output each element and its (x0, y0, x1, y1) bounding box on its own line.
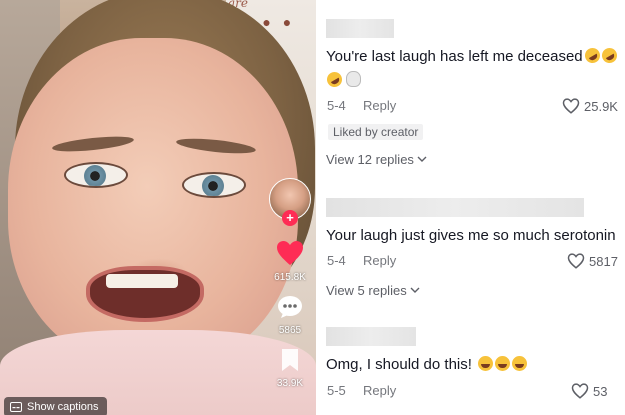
bookmarks-count: 33.9K (276, 378, 304, 389)
comment-like-count: 53 (593, 383, 608, 399)
view-replies-button[interactable]: View 12 replies (326, 152, 625, 167)
comment-text: You're last laugh has left me deceased (326, 45, 625, 68)
comment-text: Your laugh just gives me so much seroton… (326, 227, 616, 244)
comment-like-button[interactable]: 53 (571, 383, 607, 399)
bookmark-icon[interactable] (280, 348, 300, 372)
reply-button[interactable]: Reply (363, 253, 396, 268)
comments-count: 5865 (278, 325, 302, 336)
blurred-username (326, 327, 416, 346)
show-captions-button[interactable]: Show captions (4, 397, 107, 415)
blurred-username (326, 198, 584, 217)
right-brow (175, 135, 257, 157)
left-brow (51, 133, 135, 155)
heart-icon[interactable] (276, 240, 304, 266)
comment-bubble-icon[interactable] (277, 295, 303, 319)
heart-outline-icon[interactable] (571, 383, 589, 399)
comment-like-button[interactable]: 25.9K (562, 98, 618, 114)
tears-of-joy-emoji-icon (512, 356, 528, 371)
rofl-emoji-icon (598, 45, 620, 66)
like-button[interactable]: 615.8K (266, 240, 314, 283)
comment-like-count: 25.9K (584, 98, 618, 114)
comment-like-count: 5817 (589, 253, 618, 269)
comment-item: You're last laugh has left me deceased 5… (324, 19, 625, 167)
comment-like-button[interactable]: 5817 (567, 253, 618, 269)
follow-plus-icon[interactable]: + (282, 210, 298, 226)
chevron-down-icon (410, 287, 420, 293)
comment-item: Omg, I should do this! 5-5 Reply 53 (326, 327, 625, 401)
skull-emoji-icon (346, 71, 361, 87)
rofl-emoji-icon (324, 69, 345, 90)
comment-item: Your laugh just gives me so much seroton… (326, 198, 625, 298)
comment-date: 5-4 (327, 98, 346, 113)
rofl-emoji-icon (581, 45, 603, 66)
right-eye (182, 172, 246, 198)
creator-avatar-button[interactable]: + (269, 178, 311, 226)
comments-panel: You're last laugh has left me deceased 5… (316, 0, 625, 415)
liked-by-creator-badge: Liked by creator (328, 124, 424, 140)
comment-meta: 5-4 Reply 5817 (326, 253, 625, 271)
likes-count: 615.8K (274, 272, 306, 283)
left-eye (64, 162, 128, 188)
comment-meta: 5-5 Reply 53 (326, 383, 625, 401)
mouth (86, 266, 204, 322)
comment-text: Omg, I should do this! (326, 354, 625, 376)
tears-of-joy-emoji-icon (495, 356, 511, 371)
comment-date: 5-5 (327, 383, 346, 398)
tears-of-joy-emoji-icon (478, 356, 494, 371)
heart-outline-icon[interactable] (562, 98, 580, 114)
captions-label: Show captions (27, 401, 99, 413)
heart-outline-icon[interactable] (567, 253, 585, 269)
action-rail: + 615.8K 5865 33.9K (266, 178, 314, 389)
video-player[interactable]: are ● ● ● + 615.8K 5865 33.9K Show capti… (0, 0, 316, 415)
chevron-down-icon (417, 156, 427, 162)
reply-button[interactable]: Reply (363, 383, 396, 398)
reply-button[interactable]: Reply (363, 98, 396, 113)
comment-meta: 5-4 Reply 25.9K (326, 98, 625, 116)
comment-emoji-line (324, 69, 625, 92)
blurred-username (326, 19, 394, 38)
view-replies-button[interactable]: View 5 replies (326, 283, 625, 298)
comment-date: 5-4 (327, 253, 346, 268)
bookmark-button[interactable]: 33.9K (266, 348, 314, 389)
captions-icon (10, 402, 22, 412)
comment-button[interactable]: 5865 (266, 295, 314, 336)
